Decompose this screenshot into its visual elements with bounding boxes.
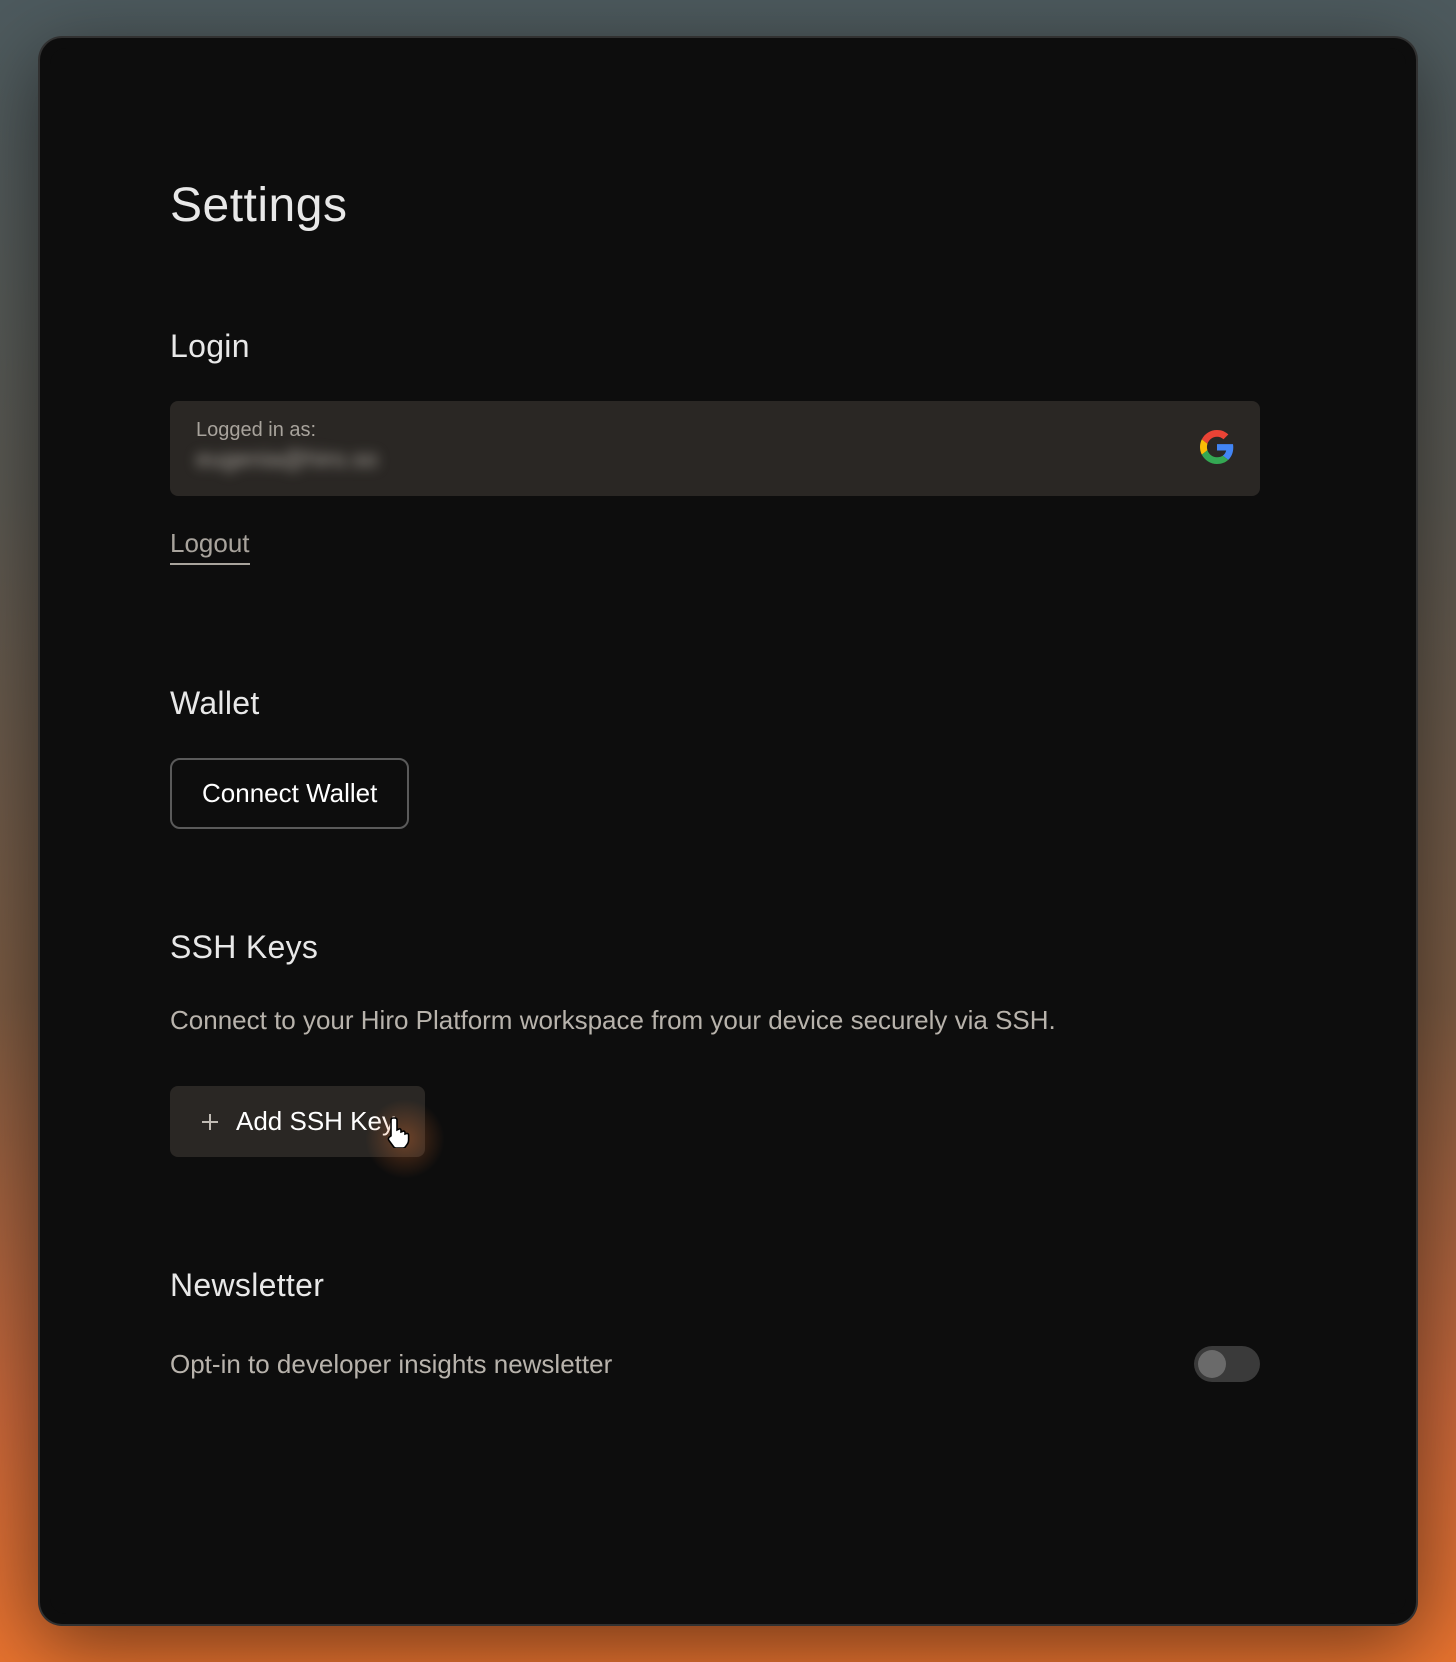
add-ssh-key-label: Add SSH Key (236, 1106, 395, 1137)
newsletter-section: Newsletter Opt-in to developer insights … (170, 1267, 1286, 1382)
login-card: Logged in as: eugenia@hiro.so (170, 401, 1260, 496)
settings-panel: Settings Login Logged in as: eugenia@hir… (50, 48, 1406, 1614)
logout-link[interactable]: Logout (170, 528, 250, 565)
window-frame: Settings Login Logged in as: eugenia@hir… (38, 36, 1418, 1626)
login-section: Login Logged in as: eugenia@hiro.so Logo… (170, 328, 1286, 565)
google-icon (1200, 430, 1234, 464)
wallet-section: Wallet Connect Wallet (170, 685, 1286, 829)
login-heading: Login (170, 328, 1286, 365)
wallet-heading: Wallet (170, 685, 1286, 722)
ssh-description: Connect to your Hiro Platform workspace … (170, 1002, 1286, 1038)
newsletter-toggle[interactable] (1194, 1346, 1260, 1382)
plus-icon (200, 1112, 220, 1132)
login-info: Logged in as: eugenia@hiro.so (196, 419, 378, 474)
page-title: Settings (170, 178, 1286, 233)
add-ssh-key-button[interactable]: Add SSH Key (170, 1086, 425, 1157)
newsletter-toggle-knob (1198, 1350, 1226, 1378)
logged-in-email: eugenia@hiro.so (196, 446, 378, 474)
newsletter-heading: Newsletter (170, 1267, 1286, 1304)
ssh-heading: SSH Keys (170, 929, 1286, 966)
newsletter-row: Opt-in to developer insights newsletter (170, 1346, 1260, 1382)
newsletter-description: Opt-in to developer insights newsletter (170, 1349, 612, 1380)
logged-in-label: Logged in as: (196, 419, 378, 442)
connect-wallet-button[interactable]: Connect Wallet (170, 758, 409, 829)
ssh-section: SSH Keys Connect to your Hiro Platform w… (170, 929, 1286, 1157)
